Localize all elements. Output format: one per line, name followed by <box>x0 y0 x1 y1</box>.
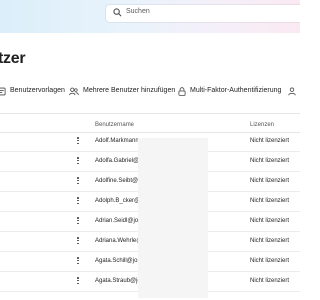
search-box[interactable]: Suchen <box>106 5 300 22</box>
redaction-overlay <box>138 138 208 298</box>
column-header-licenses[interactable]: Lizenzen <box>250 122 274 128</box>
license-cell: Nicht lizenziert <box>250 218 290 224</box>
add-users-icon <box>69 87 79 95</box>
license-cell: Nicht lizenziert <box>250 138 290 144</box>
username-cell[interactable]: Adolfine.Seibt@ <box>95 178 138 184</box>
more-options-icon[interactable] <box>75 217 81 227</box>
user-template-icon <box>0 87 6 95</box>
banner-decoration <box>21 0 114 33</box>
username-cell[interactable]: Adriana.Wehrle@ <box>95 238 142 244</box>
more-options-icon[interactable] <box>75 237 81 247</box>
divider <box>0 113 300 114</box>
user-templates-button[interactable]: Benutzervorlagen <box>0 84 65 98</box>
more-options-icon[interactable] <box>75 197 81 207</box>
license-cell: Nicht lizenziert <box>250 258 290 264</box>
multi-factor-auth-button[interactable]: Multi-Faktor-Authentifizierung <box>178 84 281 98</box>
license-cell: Nicht lizenziert <box>250 178 290 184</box>
lock-icon <box>178 86 186 96</box>
license-cell: Nicht lizenziert <box>250 198 290 204</box>
column-header-username[interactable]: Benutzername <box>95 122 134 128</box>
username-cell[interactable]: Adolf.Markmann <box>95 138 139 144</box>
username-cell[interactable]: Adolph.B_cker@ <box>95 198 140 204</box>
username-cell[interactable]: Agata.Straub@jo <box>95 278 141 284</box>
license-cell: Nicht lizenziert <box>250 278 290 284</box>
license-cell: Nicht lizenziert <box>250 238 290 244</box>
search-input[interactable]: Suchen <box>126 8 150 15</box>
more-options-icon[interactable] <box>75 177 81 187</box>
username-cell[interactable]: Adrian.Seidl@jo <box>95 218 138 224</box>
more-options-icon[interactable] <box>75 157 81 167</box>
username-cell[interactable]: Adolfa.Gabriel@ <box>95 158 139 164</box>
more-options-icon[interactable] <box>75 137 81 147</box>
more-options-icon[interactable] <box>75 257 81 267</box>
page-title: tzer <box>0 50 26 67</box>
multi-factor-auth-label: Multi-Faktor-Authentifizierung <box>190 87 282 94</box>
toolbar: Benutzervorlagen Mehrere Benutzer hinzuf… <box>0 84 300 98</box>
username-cell[interactable]: Agata.Schill@jo <box>95 258 137 264</box>
more-options-icon[interactable] <box>75 277 81 287</box>
license-cell: Nicht lizenziert <box>250 158 290 164</box>
user-icon <box>288 87 296 95</box>
more-users-action-button[interactable] <box>288 84 300 98</box>
add-multiple-users-button[interactable]: Mehrere Benutzer hinzufügen <box>69 84 175 98</box>
user-templates-label: Benutzervorlagen <box>10 87 65 94</box>
header-banner: Suchen <box>0 0 300 33</box>
add-multiple-users-label: Mehrere Benutzer hinzufügen <box>83 87 176 94</box>
search-icon <box>113 8 122 17</box>
